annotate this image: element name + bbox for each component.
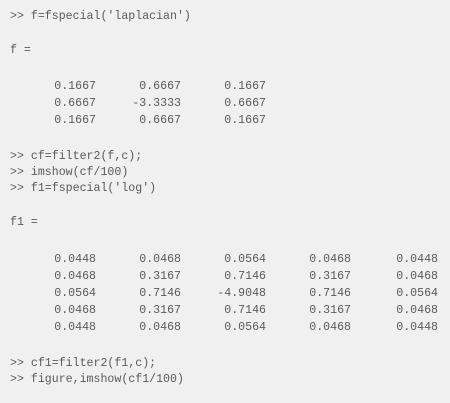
matrix-row: 0.0448 0.0468 0.0564 0.0468 0.0448 [0, 253, 450, 267]
matrix-cell: 0.1667 [224, 80, 266, 93]
matrix-cell: 0.6667 [54, 97, 96, 110]
matrix-cell: 0.7146 [224, 270, 266, 283]
matrix-row: 0.0468 0.3167 0.7146 0.3167 0.0468 [0, 304, 450, 318]
matrix-cell: 0.0448 [54, 253, 96, 266]
matrix-cell: 0.0448 [396, 321, 438, 334]
matrix-cell: 0.0468 [309, 321, 351, 334]
matrix-cell: 0.1667 [54, 80, 96, 93]
matrix-cell: 0.0564 [224, 253, 266, 266]
matrix-cell: -4.9048 [217, 287, 266, 300]
matrix-cell: 0.0468 [309, 253, 351, 266]
matrix-cell: 0.0468 [396, 304, 438, 317]
matrix-cell: 0.0448 [396, 253, 438, 266]
matrix-row: 0.1667 0.6667 0.1667 [0, 80, 450, 94]
matrix-cell: 0.3167 [139, 304, 181, 317]
matrix-cell: 0.6667 [224, 97, 266, 110]
command-line: >> cf=filter2(f,c); [10, 150, 143, 163]
matrix-cell: 0.0468 [54, 304, 96, 317]
matrix-cell: 0.0468 [396, 270, 438, 283]
matrix-row: 0.0564 0.7146 -4.9048 0.7146 0.0564 [0, 287, 450, 301]
matrix-cell: 0.3167 [309, 304, 351, 317]
matrix-row: 0.0468 0.3167 0.7146 0.3167 0.0468 [0, 270, 450, 284]
matrix-cell: 0.7146 [224, 304, 266, 317]
matrix-cell: 0.3167 [309, 270, 351, 283]
matrix-cell: 0.6667 [139, 80, 181, 93]
command-line: >> cf1=filter2(f1,c); [10, 357, 157, 370]
matrix-cell: 0.1667 [54, 114, 96, 127]
matrix-cell: -3.3333 [132, 97, 181, 110]
matrix-cell: 0.0564 [224, 321, 266, 334]
command-line: >> f1=fspecial('log') [10, 182, 157, 195]
command-window[interactable]: >> f=fspecial('laplacian') f = 0.1667 0.… [0, 0, 450, 403]
matrix-row: 0.6667 -3.3333 0.6667 [0, 97, 450, 111]
matrix-cell: 0.0448 [54, 321, 96, 334]
matrix-cell: 0.0468 [54, 270, 96, 283]
command-line: >> figure,imshow(cf1/100) [10, 373, 184, 386]
matrix-cell: 0.7146 [309, 287, 351, 300]
matrix-cell: 0.0468 [139, 321, 181, 334]
matrix-cell: 0.7146 [139, 287, 181, 300]
matrix-cell: 0.3167 [139, 270, 181, 283]
matrix-cell: 0.0564 [54, 287, 96, 300]
matrix-row: 0.1667 0.6667 0.1667 [0, 114, 450, 128]
matrix-cell: 0.6667 [139, 114, 181, 127]
variable-name: f1 = [10, 216, 38, 229]
matrix-row: 0.0448 0.0468 0.0564 0.0468 0.0448 [0, 321, 450, 335]
command-line: >> f=fspecial('laplacian') [10, 10, 191, 23]
matrix-cell: 0.0468 [139, 253, 181, 266]
matrix-cell: 0.1667 [224, 114, 266, 127]
matrix-cell: 0.0564 [396, 287, 438, 300]
variable-name: f = [10, 44, 31, 57]
command-line: >> imshow(cf/100) [10, 166, 129, 179]
